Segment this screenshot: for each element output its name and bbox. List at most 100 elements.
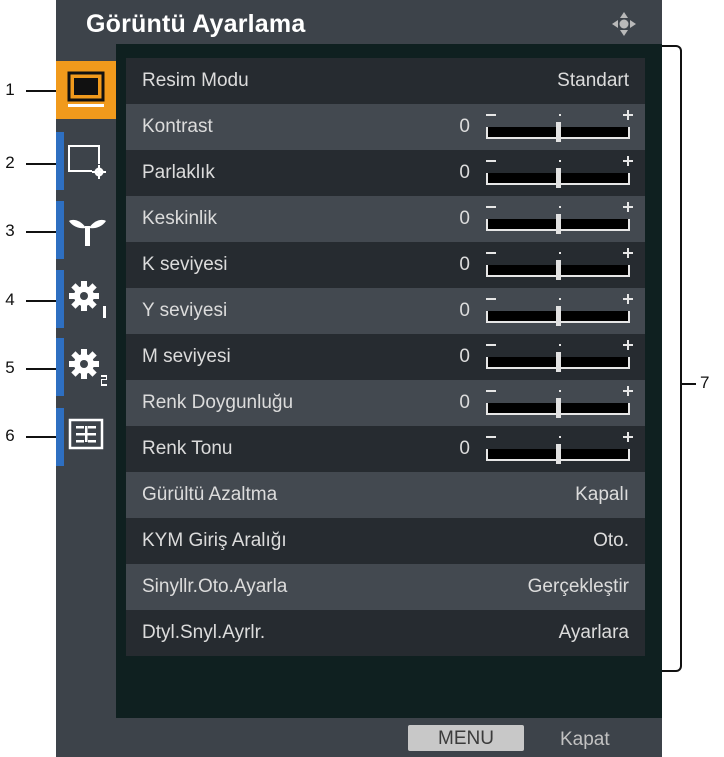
setting-value: Standart — [557, 70, 629, 91]
four-way-navigation-icon — [612, 12, 636, 36]
setting-row[interactable]: Y seviyesi 0 — [126, 288, 645, 334]
setting-label: Dtyl.Snyl.Ayrlr. — [142, 622, 266, 643]
plus-icon-vertical — [627, 110, 629, 120]
slider-thumb[interactable] — [556, 306, 561, 326]
setting-row[interactable]: Sinyllr.Oto.Ayarla Gerçekleştir — [126, 564, 645, 610]
center-mark — [559, 298, 561, 300]
slider-thumb[interactable] — [556, 444, 561, 464]
menu-title: Görüntü Ayarlama — [86, 10, 306, 38]
setting-label: Kontrast — [142, 116, 213, 137]
setting-label: Sinyllr.Oto.Ayarla — [142, 576, 288, 597]
setting-label: M seviyesi — [142, 346, 231, 367]
center-mark — [559, 436, 561, 438]
tab-setup-2[interactable] — [56, 338, 116, 396]
setting-value: 0 — [459, 346, 470, 367]
setting-row[interactable]: Keskinlik 0 — [126, 196, 645, 242]
tab-info[interactable] — [56, 408, 116, 466]
setting-slider[interactable] — [486, 294, 634, 328]
setting-row[interactable]: M seviyesi 0 — [126, 334, 645, 380]
setting-value: 0 — [459, 392, 470, 413]
plus-icon-vertical — [627, 432, 629, 442]
minus-icon — [486, 344, 496, 346]
setting-row[interactable]: Kontrast 0 — [126, 104, 645, 150]
setting-value: 0 — [459, 254, 470, 275]
plus-icon-vertical — [627, 202, 629, 212]
center-mark — [559, 206, 561, 208]
setting-value: Kapalı — [575, 484, 629, 505]
callout-3: 3 — [5, 221, 15, 240]
info-panel-icon — [68, 418, 104, 450]
setting-value: 0 — [459, 116, 470, 137]
setting-slider[interactable] — [486, 340, 634, 374]
slider-thumb[interactable] — [556, 168, 561, 188]
setting-row[interactable]: Resim Modu Standart — [126, 58, 645, 104]
minus-icon — [486, 298, 496, 300]
minus-icon — [486, 114, 496, 116]
setting-label: Resim Modu — [142, 70, 249, 91]
plus-icon-vertical — [627, 340, 629, 350]
setting-row[interactable]: Dtyl.Snyl.Ayrlr. Ayarlara — [126, 610, 645, 656]
setting-value: 0 — [459, 438, 470, 459]
setting-slider[interactable] — [486, 110, 634, 144]
minus-icon — [486, 160, 496, 162]
center-mark — [559, 252, 561, 254]
settings-list: Resim Modu Standart Kontrast 0 Parlaklık 0 Kes… — [126, 58, 704, 656]
menu-button[interactable]: MENU — [408, 725, 524, 751]
setting-value: Ayarlara — [558, 622, 629, 643]
slider-thumb[interactable] — [556, 352, 561, 372]
setting-slider[interactable] — [486, 202, 634, 236]
setting-label: Renk Tonu — [142, 438, 233, 459]
setting-value: 0 — [459, 300, 470, 321]
slider-thumb[interactable] — [556, 214, 561, 234]
setting-row[interactable]: KYM Giriş Aralığı Oto. — [126, 518, 645, 564]
setting-value: Oto. — [593, 530, 629, 551]
setting-value: 0 — [459, 208, 470, 229]
plus-icon-vertical — [627, 248, 629, 258]
setting-slider[interactable] — [486, 248, 634, 282]
minus-icon — [486, 436, 496, 438]
setting-value: 0 — [459, 162, 470, 183]
callout-4: 4 — [5, 290, 15, 309]
gear-2-icon — [69, 349, 107, 386]
setting-label: KYM Giriş Aralığı — [142, 530, 287, 551]
close-label: Kapat — [560, 729, 610, 750]
eco-plant-icon — [69, 219, 106, 246]
monitor-icon — [67, 71, 105, 107]
plus-icon-vertical — [627, 294, 629, 304]
minus-icon — [486, 206, 496, 208]
setting-row[interactable]: Renk Tonu 0 — [126, 426, 645, 472]
center-mark — [559, 114, 561, 116]
slider-thumb[interactable] — [556, 398, 561, 418]
center-mark — [559, 390, 561, 392]
setting-row[interactable]: K seviyesi 0 — [126, 242, 645, 288]
callout-1: 1 — [5, 80, 15, 99]
center-mark — [559, 160, 561, 162]
minus-icon — [486, 252, 496, 254]
tab-picture[interactable] — [56, 61, 116, 119]
center-mark — [559, 344, 561, 346]
slider-thumb[interactable] — [556, 122, 561, 142]
setting-label: K seviyesi — [142, 254, 228, 275]
setting-row[interactable]: Renk Doygunluğu 0 — [126, 380, 645, 426]
figure: 1 2 3 4 5 6 7 Görüntü Ayarlama MENU Kapa… — [0, 0, 724, 757]
setting-label: Parlaklık — [142, 162, 215, 183]
tab-screen[interactable] — [56, 132, 116, 190]
setting-slider[interactable] — [486, 432, 634, 466]
setting-row[interactable]: Gürültü Azaltma Kapalı — [126, 472, 645, 518]
minus-icon — [486, 390, 496, 392]
setting-slider[interactable] — [486, 386, 634, 420]
callout-2: 2 — [5, 153, 15, 172]
tab-setup-1[interactable] — [56, 270, 116, 328]
plus-icon-vertical — [627, 386, 629, 396]
callout-6: 6 — [5, 426, 15, 445]
setting-label: Renk Doygunluğu — [142, 392, 294, 413]
slider-thumb[interactable] — [556, 260, 561, 280]
callout-5: 5 — [5, 358, 15, 377]
setting-label: Y seviyesi — [142, 300, 228, 321]
setting-label: Keskinlik — [142, 208, 217, 229]
tab-eco[interactable] — [56, 201, 116, 259]
screen-settings-icon — [68, 145, 108, 180]
setting-row[interactable]: Parlaklık 0 — [126, 150, 645, 196]
setting-slider[interactable] — [486, 156, 634, 190]
gear-1-icon — [69, 281, 106, 318]
